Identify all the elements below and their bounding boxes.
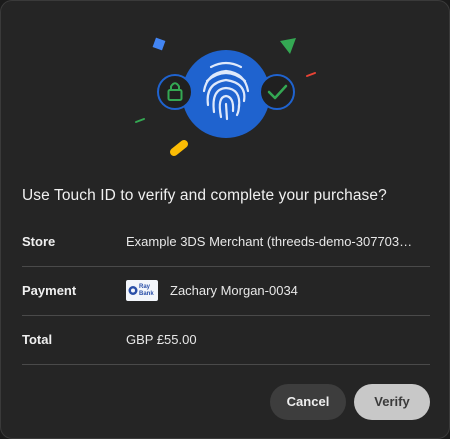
check-badge <box>259 74 295 110</box>
store-label: Store <box>22 234 56 249</box>
verify-button[interactable]: Verify <box>354 384 430 420</box>
total-label: Total <box>22 332 53 347</box>
payment-row: Payment Ray Bank Zachary Morgan-0034 <box>22 266 430 315</box>
touch-id-illustration <box>135 37 316 156</box>
confetti-red-dash <box>306 72 316 77</box>
confetti-green-triangle <box>280 38 296 54</box>
cancel-button[interactable]: Cancel <box>270 384 346 420</box>
card-issuer-logo: Ray Bank <box>126 280 158 301</box>
payment-value: Zachary Morgan-0034 <box>170 283 298 298</box>
total-value: GBP £55.00 <box>126 332 197 347</box>
payment-label: Payment <box>22 283 77 298</box>
confetti-yellow-pill <box>170 140 188 156</box>
confetti-blue-square <box>152 37 166 51</box>
touch-id-verification-dialog: Use Touch ID to verify and complete your… <box>0 0 450 439</box>
divider <box>22 364 430 365</box>
card-logo-text-top: Ray <box>139 284 151 290</box>
total-row: Total GBP £55.00 <box>22 315 430 364</box>
confetti-green-dash <box>135 118 145 123</box>
dialog-title: Use Touch ID to verify and complete your… <box>22 187 387 204</box>
lock-badge <box>157 74 193 110</box>
store-value: Example 3DS Merchant (threeds-demo-30770… <box>126 234 413 249</box>
card-logo-text-bottom: Bank <box>139 291 154 297</box>
store-row: Store Example 3DS Merchant (threeds-demo… <box>22 217 430 266</box>
